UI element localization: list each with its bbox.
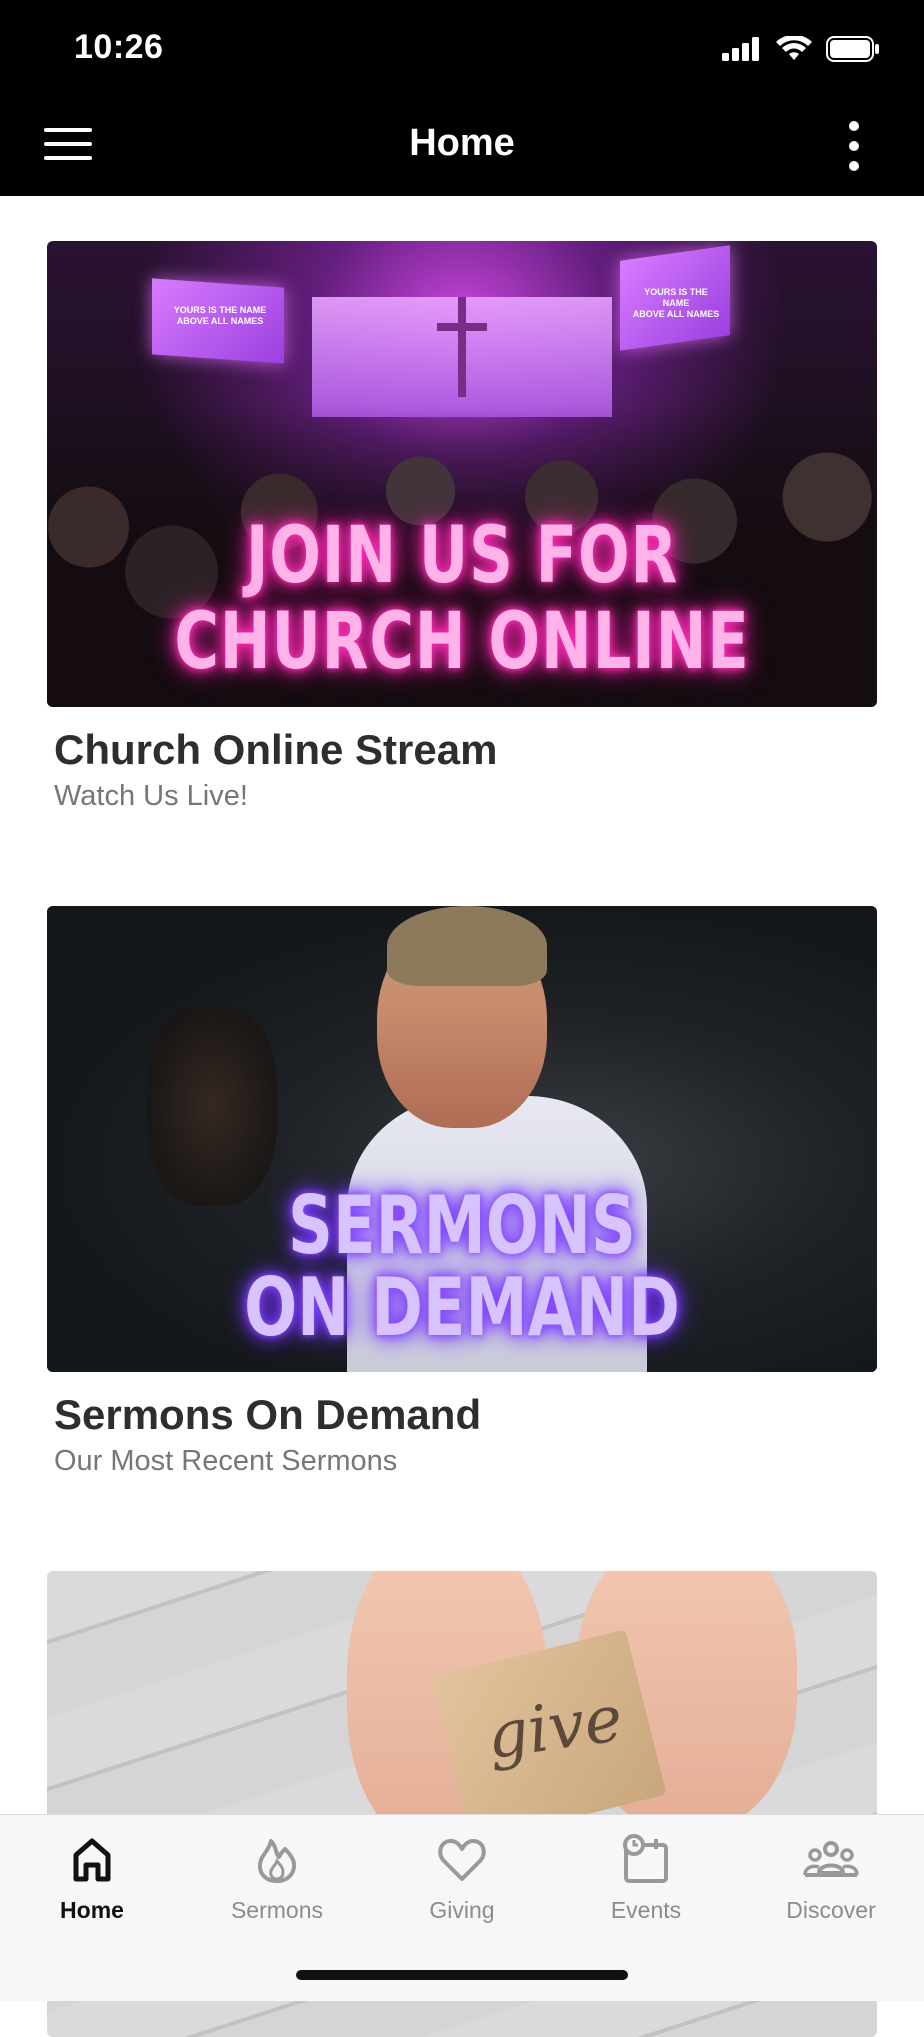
screen-text-left: YOURS IS THE NAME ABOVE ALL NAMES [173,305,267,326]
cross-shape [437,297,487,397]
heart-icon [438,1839,486,1881]
card-title: Sermons On Demand [54,1391,482,1438]
card-sermons-on-demand[interactable]: SERMONS ON DEMAND Sermons On Demand Our … [47,906,877,1479]
status-time: 10:26 [74,28,164,66]
image-headline-line2: CHURCH ONLINE [174,597,750,687]
more-vertical-icon [849,121,859,171]
tab-events[interactable]: Events [554,1829,738,1939]
card-title: Church Online Stream [54,726,498,773]
people-icon [803,1841,859,1877]
card-subtitle: Watch Us Live! [54,780,248,813]
tab-label: Sermons [230,1897,324,1923]
battery-icon [826,36,879,62]
tab-giving[interactable]: Giving [370,1829,554,1939]
signal-icon [722,37,759,61]
page-title: Home [409,122,515,164]
flame-icon [257,1839,297,1883]
image-headline-line1: JOIN US FOR [245,511,679,601]
church-online-image: YOURS IS THE NAME ABOVE ALL NAMES YOURS I… [47,241,877,707]
tab-label: Giving [429,1897,495,1923]
card-subtitle: Our Most Recent Sermons [54,1445,398,1478]
screen-text-right: YOURS IS THE NAME ABOVE ALL NAMES [632,287,720,319]
wifi-icon [776,36,812,60]
tab-home[interactable]: Home [0,1829,184,1939]
tab-discover[interactable]: Discover [739,1829,923,1939]
status-icons [722,36,880,62]
home-indicator[interactable] [296,1970,628,1980]
sermons-image: SERMONS ON DEMAND [47,906,877,1372]
tab-label: Events [610,1897,682,1923]
image-headline-line1: SERMONS [288,1179,636,1272]
card-church-online-stream[interactable]: YOURS IS THE NAME ABOVE ALL NAMES YOURS I… [47,241,877,814]
home-icon [73,1838,111,1882]
tab-sermons[interactable]: Sermons [185,1829,369,1939]
image-headline-line2: ON DEMAND [244,1261,680,1354]
tab-label: Discover [786,1897,876,1923]
calendar-clock-icon [623,1834,668,1883]
top-bar: 10:26 Home [0,0,924,196]
more-options-button[interactable] [832,118,876,174]
tab-label: Home [60,1897,124,1923]
